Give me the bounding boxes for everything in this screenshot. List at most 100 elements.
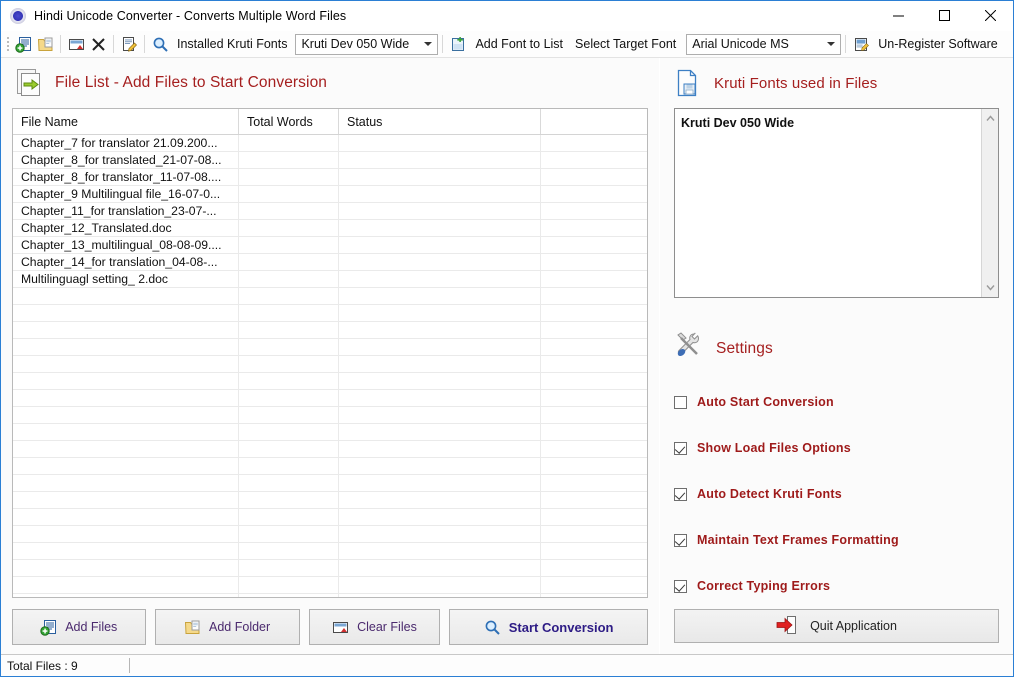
quit-application-label: Quit Application — [810, 619, 897, 633]
table-row-empty[interactable] — [13, 305, 647, 322]
table-row-empty[interactable] — [13, 526, 647, 543]
close-icon[interactable] — [967, 1, 1013, 30]
target-font-dropdown[interactable]: Arial Unicode MS — [686, 33, 842, 55]
table-row-empty[interactable] — [13, 356, 647, 373]
search-icon[interactable] — [149, 33, 171, 55]
clear-files-button[interactable]: Clear Files — [308, 609, 441, 645]
table-row-empty[interactable] — [13, 492, 647, 509]
table-row[interactable]: Chapter_7 for translator 21.09.200... — [13, 135, 647, 152]
table-row[interactable]: Chapter_13_multilingual_08-08-09.... — [13, 237, 647, 254]
column-header-extra[interactable] — [541, 109, 647, 134]
setting-option-0[interactable]: Auto Start Conversion — [674, 379, 1013, 425]
cell-file-name: Multilinguagl setting_ 2.doc — [13, 271, 239, 287]
table-row-empty[interactable] — [13, 390, 647, 407]
cell-status — [339, 543, 541, 559]
checkbox-icon[interactable] — [674, 533, 687, 547]
cell-extra — [541, 543, 647, 559]
cell-file-name: Chapter_9 Multilingual file_16-07-0... — [13, 186, 239, 202]
setting-option-4[interactable]: Correct Typing Errors — [674, 563, 1013, 609]
file-grid[interactable]: File Name Total Words Status Chapter_7 f… — [12, 108, 648, 598]
table-row-empty[interactable] — [13, 373, 647, 390]
cell-status — [339, 458, 541, 474]
cell-file-name — [13, 526, 239, 542]
chevron-up-icon[interactable] — [983, 112, 998, 125]
edit-icon[interactable] — [118, 33, 140, 55]
column-header-total-words[interactable]: Total Words — [239, 109, 339, 134]
quit-application-button[interactable]: Quit Application — [674, 609, 999, 643]
column-header-file-name[interactable]: File Name — [13, 109, 239, 134]
installed-fonts-dropdown[interactable]: Kruti Dev 050 Wide — [295, 33, 439, 55]
table-row[interactable]: Chapter_8_for translated_21-07-08... — [13, 152, 647, 169]
chevron-down-icon[interactable] — [983, 281, 998, 294]
clear-files-icon[interactable] — [65, 33, 87, 55]
add-files-icon[interactable] — [12, 33, 34, 55]
setting-option-3[interactable]: Maintain Text Frames Formatting — [674, 517, 1013, 563]
table-row-empty[interactable] — [13, 407, 647, 424]
table-row-empty[interactable] — [13, 543, 647, 560]
add-font-icon[interactable] — [447, 33, 469, 55]
add-files-button[interactable]: Add Files — [12, 609, 146, 645]
cell-total-words — [239, 152, 339, 168]
cell-total-words — [239, 560, 339, 576]
fonts-list-scrollbar[interactable] — [981, 109, 998, 297]
table-row[interactable]: Chapter_11_for translation_23-07-... — [13, 203, 647, 220]
table-row-empty[interactable] — [13, 458, 647, 475]
fonts-panel-header: Kruti Fonts used in Files — [660, 58, 1013, 108]
setting-option-label: Auto Start Conversion — [697, 395, 834, 409]
file-grid-header: File Name Total Words Status — [13, 109, 647, 135]
table-row-empty[interactable] — [13, 288, 647, 305]
setting-option-label: Show Load Files Options — [697, 441, 851, 455]
table-row-empty[interactable] — [13, 339, 647, 356]
cell-status — [339, 152, 541, 168]
fonts-used-list[interactable]: Kruti Dev 050 Wide — [674, 108, 999, 298]
unregister-icon[interactable] — [850, 33, 872, 55]
list-item[interactable]: Kruti Dev 050 Wide — [681, 115, 981, 131]
minimize-icon[interactable] — [875, 1, 921, 30]
setting-option-1[interactable]: Show Load Files Options — [674, 425, 1013, 471]
file-grid-body[interactable]: Chapter_7 for translator 21.09.200... Cha… — [13, 135, 647, 597]
setting-option-2[interactable]: Auto Detect Kruti Fonts — [674, 471, 1013, 517]
table-row-empty[interactable] — [13, 441, 647, 458]
cell-extra — [541, 186, 647, 202]
status-bar: Total Files : 9 — [1, 654, 1013, 676]
cell-extra — [541, 560, 647, 576]
cell-status — [339, 220, 541, 236]
cell-extra — [541, 322, 647, 338]
table-row[interactable]: Chapter_12_Translated.doc — [13, 220, 647, 237]
table-row-empty[interactable] — [13, 560, 647, 577]
cell-file-name — [13, 407, 239, 423]
table-row[interactable]: Chapter_14_for translation_04-08-... — [13, 254, 647, 271]
table-row[interactable]: Multilinguagl setting_ 2.doc — [13, 271, 647, 288]
cell-total-words — [239, 203, 339, 219]
table-row-empty[interactable] — [13, 424, 647, 441]
table-row[interactable]: Chapter_8_for translator_11-07-08.... — [13, 169, 647, 186]
cell-status — [339, 475, 541, 491]
cell-total-words — [239, 169, 339, 185]
unregister-software-label[interactable]: Un-Register Software — [872, 37, 1004, 51]
checkbox-icon[interactable] — [674, 487, 687, 501]
cell-total-words — [239, 441, 339, 457]
table-row-empty[interactable] — [13, 577, 647, 594]
cell-total-words — [239, 577, 339, 593]
table-row-empty[interactable] — [13, 594, 647, 597]
table-row[interactable]: Chapter_9 Multilingual file_16-07-0... — [13, 186, 647, 203]
table-row-empty[interactable] — [13, 475, 647, 492]
maximize-icon[interactable] — [921, 1, 967, 30]
fonts-used-items[interactable]: Kruti Dev 050 Wide — [675, 109, 981, 297]
checkbox-icon[interactable] — [674, 579, 687, 593]
checkbox-icon[interactable] — [674, 441, 687, 455]
settings-title: Settings — [716, 339, 773, 357]
table-row-empty[interactable] — [13, 509, 647, 526]
cell-file-name — [13, 458, 239, 474]
column-header-status[interactable]: Status — [339, 109, 541, 134]
table-row-empty[interactable] — [13, 322, 647, 339]
add-folder-button[interactable]: Add Folder — [154, 609, 300, 645]
remove-icon[interactable] — [87, 33, 109, 55]
start-conversion-button[interactable]: Start Conversion — [449, 609, 648, 645]
checkbox-icon[interactable] — [674, 395, 687, 409]
add-folder-icon[interactable] — [34, 33, 56, 55]
cell-file-name: Chapter_7 for translator 21.09.200... — [13, 135, 239, 151]
add-font-to-list-label[interactable]: Add Font to List — [469, 37, 569, 51]
toolbar-grip[interactable] — [4, 33, 12, 55]
cell-status — [339, 356, 541, 372]
